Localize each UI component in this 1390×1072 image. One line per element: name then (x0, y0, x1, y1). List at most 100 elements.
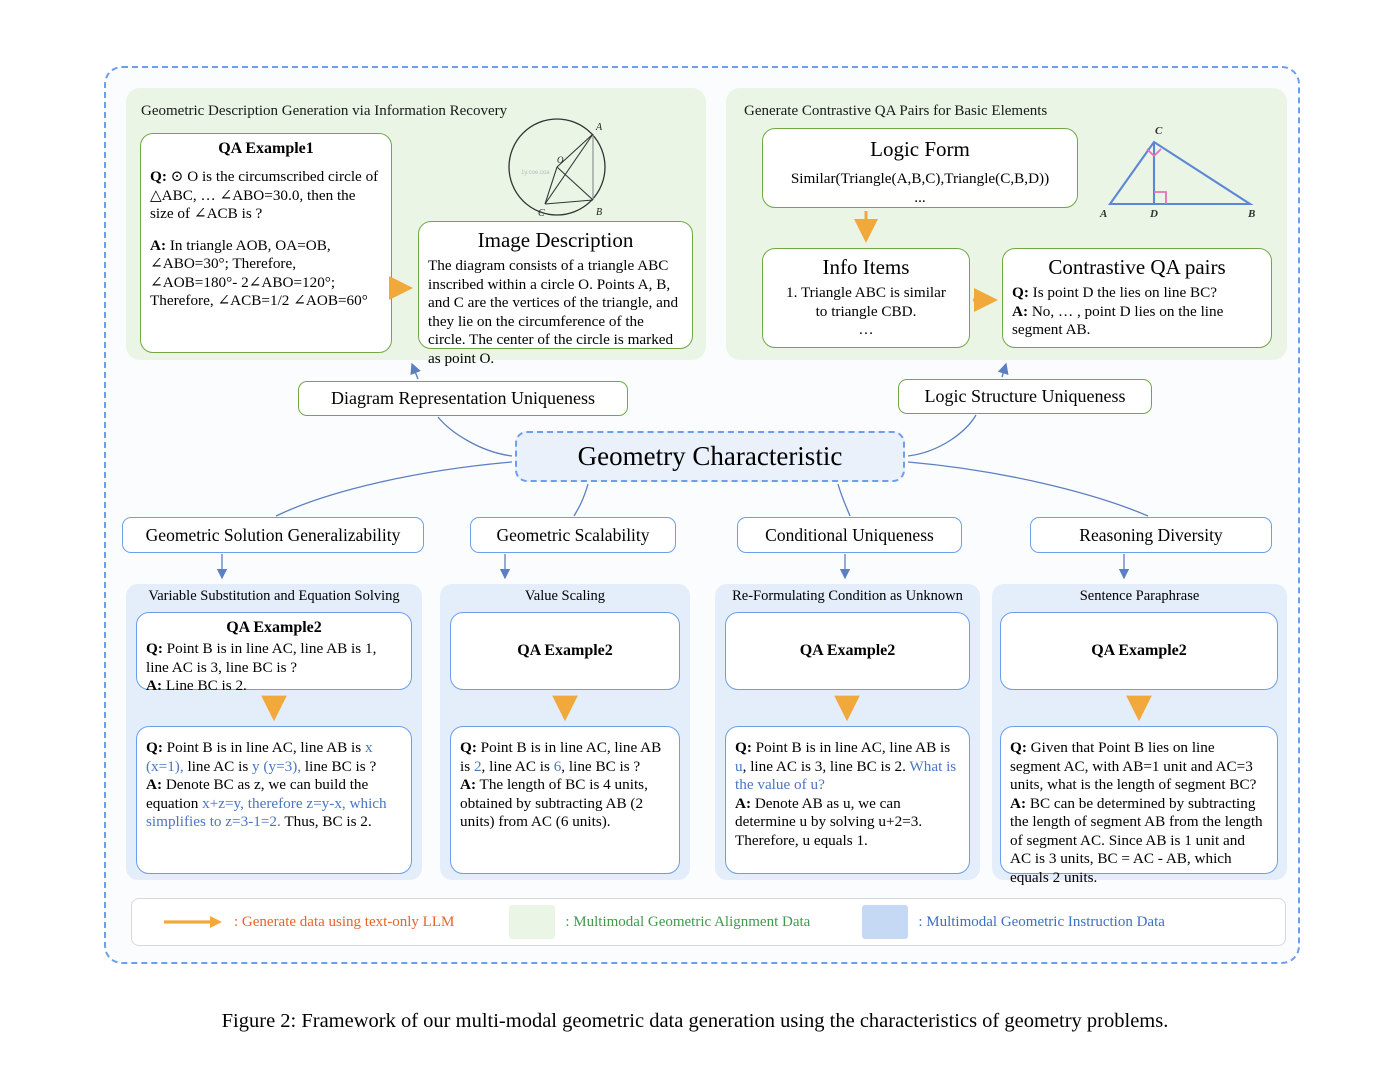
svg-text:A: A (1099, 208, 1107, 220)
svg-text:B: B (596, 207, 602, 218)
q-part1: Point B is in line AC, line AB is (162, 739, 365, 756)
contrastive-qa-question: Q: Is point D the lies on line BC? (1012, 284, 1262, 303)
qa-example2-heading-3: QA Example2 (799, 642, 896, 659)
q-var1: 2 (473, 757, 482, 775)
info-items-box: Info Items 1. Triangle ABC is similar to… (762, 248, 970, 348)
logic-form-box: Logic Form Similar(Triangle(A,B,C),Trian… (762, 128, 1078, 208)
a-body: Line BC is 2. (162, 677, 247, 695)
qa-example2-source-box-3: QA Example2 (725, 612, 970, 690)
qa-example2-question-1: Q: Point B is in line AC, line AB is 1, … (146, 640, 402, 677)
panel-title-description-generation: Geometric Description Generation via Inf… (141, 103, 508, 119)
right-triangle-diagram: A D B C (1092, 116, 1267, 220)
q-part2: , line AC is (481, 757, 554, 775)
q-part2: , line AC is 3, line BC is 2. (742, 757, 910, 775)
instruction-color-swatch (862, 905, 909, 939)
qa-example2-answer-1: A: Line BC is 2. (146, 677, 402, 696)
node-logic-structure-uniqueness[interactable]: Logic Structure Uniqueness (898, 379, 1152, 414)
node-diagram-representation-uniqueness[interactable]: Diagram Representation Uniqueness (298, 381, 628, 416)
q-prefix: Q: (735, 739, 752, 756)
figure-root: Geometric Description Generation via Inf… (0, 0, 1390, 1072)
qa-example2-source-box-2: QA Example2 (450, 612, 680, 690)
logic-form-heading: Logic Form (870, 137, 970, 161)
image-description-heading: Image Description (477, 228, 634, 252)
node-label: Logic Structure Uniqueness (924, 386, 1126, 406)
generate-arrow-icon (164, 916, 222, 928)
a-prefix: A: (146, 677, 163, 695)
image-description-text: The diagram consists of a triangle ABC i… (428, 257, 679, 367)
instruction-title-sentence-paraphrase: Sentence Paraphrase (1079, 588, 1200, 604)
node-conditional-uniqueness[interactable]: Conditional Uniqueness (737, 517, 962, 553)
contrastive-qa-q-body: Is point D the lies on line BC? (1028, 284, 1218, 301)
contrastive-qa-heading: Contrastive QA pairs (1048, 255, 1226, 279)
result-question-2: Q: Point B is in line AC, line AB is 2, … (460, 739, 670, 776)
q-part3: , line BC is ? (561, 757, 641, 775)
a-part2: Thus, BC is 2. (280, 813, 372, 831)
contrastive-qa-a-body: No, … , point D lies on the line segment… (1012, 302, 1224, 339)
instruction-title-value-scaling: Value Scaling (524, 588, 606, 604)
logic-form-ellipsis: ... (914, 188, 926, 206)
qa-example2-source-box-4: QA Example2 (1000, 612, 1278, 690)
instruction-title-reformulating-condition: Re-Formulating Condition as Unknown (732, 588, 963, 604)
q-part3: line BC is ? (301, 757, 377, 775)
legend-item-generate-arrow: : Generate data using text-only LLM (162, 913, 454, 931)
qa-example1-answer: A: In triangle AOB, OA=OB, ∠ABO=30°; The… (150, 237, 382, 311)
node-label: Geometric Scalability (496, 524, 650, 545)
svg-text:O: O (557, 155, 564, 165)
qa-example2-heading-2: QA Example2 (517, 642, 613, 659)
node-geometric-solution-generalizability[interactable]: Geometric Solution Generalizability (122, 517, 424, 553)
a-prefix: A: (460, 776, 477, 794)
qa-example1-box: QA Example1 Q: ⊙ O is the circumscribed … (140, 133, 392, 353)
node-reasoning-diversity[interactable]: Reasoning Diversity (1030, 517, 1272, 553)
svg-text:1y.coe.coa: 1y.coe.coa (521, 170, 550, 176)
svg-text:C: C (538, 208, 545, 219)
logic-form-text: Similar(Triangle(A,B,C),Triangle(C,B,D)) (790, 170, 1050, 187)
a-prefix: A: (1010, 794, 1027, 812)
a-prefix: A: (146, 776, 163, 794)
a-part1: Denote AB as u, we can determine u by so… (735, 794, 923, 849)
q-var2: y (y=3), (252, 757, 302, 775)
node-label: Geometric Solution Generalizability (145, 524, 401, 545)
a-part1: The length of BC is 4 units, obtained by… (460, 776, 648, 831)
center-node-geometry-characteristic[interactable]: Geometry Characteristic (515, 431, 905, 482)
q-prefix: Q: (146, 739, 163, 756)
node-geometric-scalability[interactable]: Geometric Scalability (470, 517, 676, 553)
qa-example2-result-box-4: Q: Given that Point B lies on line segme… (1000, 726, 1278, 886)
result-answer-3: A: Denote AB as u, we can determine u by… (735, 795, 960, 851)
legend-label-instruction: : Multimodal Geometric Instruction Data (918, 913, 1165, 930)
a-part1: BC can be determined by subtracting the … (1010, 794, 1263, 886)
q-prefix: Q: (460, 739, 477, 756)
qa-example2-result-box-2: Q: Point B is in line AC, line AB is 2, … (450, 726, 680, 874)
result-question-3: Q: Point B is in line AC, line AB is u, … (735, 739, 960, 795)
center-node-label: Geometry Characteristic (577, 441, 843, 471)
result-answer-4: A: BC can be determined by subtracting t… (1010, 795, 1268, 888)
legend-item-alignment-data: : Multimodal Geometric Alignment Data (509, 905, 810, 939)
result-answer-1: A: Denote BC as z, we can build the equa… (146, 776, 402, 832)
qa-example1-a-prefix: A: (150, 236, 167, 254)
result-question-4: Q: Given that Point B lies on line segme… (1010, 739, 1268, 795)
contrastive-qa-a-prefix: A: (1012, 302, 1029, 320)
node-label: Diagram Representation Uniqueness (331, 388, 595, 408)
svg-text:B: B (1247, 208, 1255, 220)
figure-caption: Figure 2: Framework of our multi-modal g… (221, 1010, 1169, 1032)
circumscribed-circle-diagram: A B C O 1y.coe.coa (497, 112, 619, 222)
result-question-1: Q: Point B is in line AC, line AB is x (… (146, 739, 402, 776)
qa-example1-q-body: ⊙ O is the circumscribed circle of △ABC,… (150, 168, 379, 223)
legend-label-alignment: : Multimodal Geometric Alignment Data (565, 913, 811, 930)
q-part2: line AC is (183, 757, 253, 775)
q-prefix: Q: (146, 640, 163, 657)
svg-text:C: C (1155, 125, 1163, 137)
image-description-box: Image Description The diagram consists o… (418, 221, 693, 367)
q-part1: Point B is in line AC, line AB is (751, 739, 951, 756)
q-body: Point B is in line AC, line AB is 1, lin… (146, 640, 377, 676)
legend-label-generate: : Generate data using text-only LLM (234, 913, 455, 930)
qa-example1-question: Q: ⊙ O is the circumscribed circle of △A… (150, 168, 382, 224)
info-items-line2: to triangle CBD. (815, 302, 917, 320)
contrastive-qa-answer: A: No, … , point D lies on the line segm… (1012, 303, 1262, 340)
qa-example2-heading-4: QA Example2 (1091, 642, 1187, 659)
node-label: Reasoning Diversity (1079, 524, 1223, 545)
panel-title-contrastive-qa: Generate Contrastive QA Pairs for Basic … (744, 103, 1048, 119)
svg-text:A: A (595, 122, 603, 133)
svg-text:D: D (1149, 208, 1158, 220)
node-label: Conditional Uniqueness (765, 524, 934, 545)
q-prefix: Q: (1010, 739, 1027, 756)
